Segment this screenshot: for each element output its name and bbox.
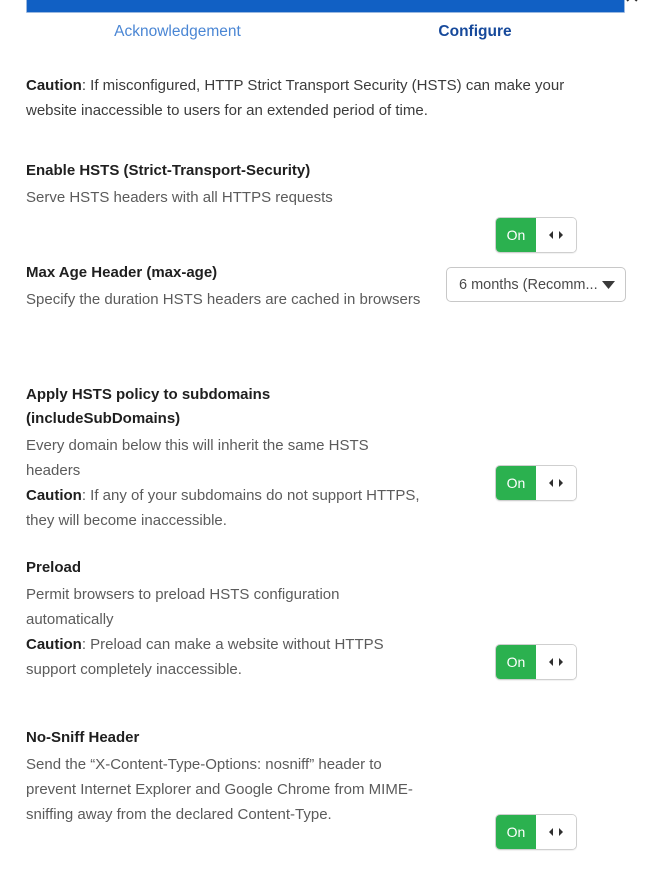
no-sniff-toggle-state: On: [496, 815, 536, 849]
configure-panel: Caution: If misconfigured, HTTP Strict T…: [26, 58, 626, 866]
section-include-subdomains: Apply HSTS policy to subdomains (include…: [26, 353, 626, 552]
section-max-age: Max Age Header (max-age) Specify the dur…: [26, 229, 626, 353]
toggle-handle-icon: [536, 645, 576, 679]
intro-caution-label: Caution: [26, 77, 82, 94]
include-subdomains-title: Apply HSTS policy to subdomains (include…: [26, 386, 271, 427]
wizard-steps: Acknowledgement Configure: [0, 18, 651, 46]
preload-caution: Caution: Preload can make a website with…: [26, 632, 426, 682]
chevron-down-icon: [602, 280, 615, 289]
max-age-select[interactable]: 6 months (Recomm...: [446, 267, 626, 302]
section-no-sniff: No-Sniff Header Send the “X-Content-Type…: [26, 726, 626, 866]
no-sniff-text: No-Sniff Header Send the “X-Content-Type…: [26, 726, 446, 827]
max-age-desc: Specify the duration HSTS headers are ca…: [26, 291, 421, 308]
close-icon[interactable]: ✕: [621, 0, 643, 9]
section-preload: Preload Permit browsers to preload HSTS …: [26, 552, 626, 726]
preload-title: Preload: [26, 559, 82, 576]
preload-toggle-state: On: [496, 645, 536, 679]
include-subdomains-toggle-state: On: [496, 466, 536, 500]
enable-hsts-title: Enable HSTS (Strict-Transport-Security): [26, 162, 311, 179]
toggle-handle-icon: [536, 466, 576, 500]
preload-text: Preload Permit browsers to preload HSTS …: [26, 552, 446, 682]
wizard-progress-bar: [26, 0, 625, 13]
max-age-text: Max Age Header (max-age) Specify the dur…: [26, 229, 426, 312]
include-subdomains-caution-body: : If any of your subdomains do not suppo…: [26, 487, 420, 529]
no-sniff-toggle[interactable]: On: [495, 814, 577, 850]
intro-caution-text: Caution: If misconfigured, HTTP Strict T…: [26, 73, 608, 123]
no-sniff-title: No-Sniff Header: [26, 729, 140, 746]
preload-desc: Permit browsers to preload HSTS configur…: [26, 586, 340, 628]
step-acknowledgement[interactable]: Acknowledgement: [0, 18, 355, 46]
step-configure[interactable]: Configure: [355, 18, 595, 46]
wizard-progress-fill: [27, 0, 624, 12]
enable-hsts-desc: Serve HSTS headers with all HTTPS reques…: [26, 189, 333, 206]
enable-hsts-text: Enable HSTS (Strict-Transport-Security) …: [26, 137, 446, 210]
include-subdomains-text: Apply HSTS policy to subdomains (include…: [26, 353, 446, 533]
no-sniff-desc: Send the “X-Content-Type-Options: nosnif…: [26, 756, 413, 823]
preload-toggle[interactable]: On: [495, 644, 577, 680]
include-subdomains-desc: Every domain below this will inherit the…: [26, 437, 369, 479]
intro-caution-body: : If misconfigured, HTTP Strict Transpor…: [26, 77, 565, 119]
include-subdomains-caution-label: Caution: [26, 487, 82, 504]
include-subdomains-caution: Caution: If any of your subdomains do no…: [26, 483, 426, 533]
max-age-select-value: 6 months (Recomm...: [459, 276, 598, 293]
include-subdomains-toggle[interactable]: On: [495, 465, 577, 501]
max-age-title: Max Age Header (max-age): [26, 264, 218, 281]
section-enable-hsts: Enable HSTS (Strict-Transport-Security) …: [26, 137, 626, 253]
preload-caution-label: Caution: [26, 636, 82, 653]
toggle-handle-icon: [536, 815, 576, 849]
